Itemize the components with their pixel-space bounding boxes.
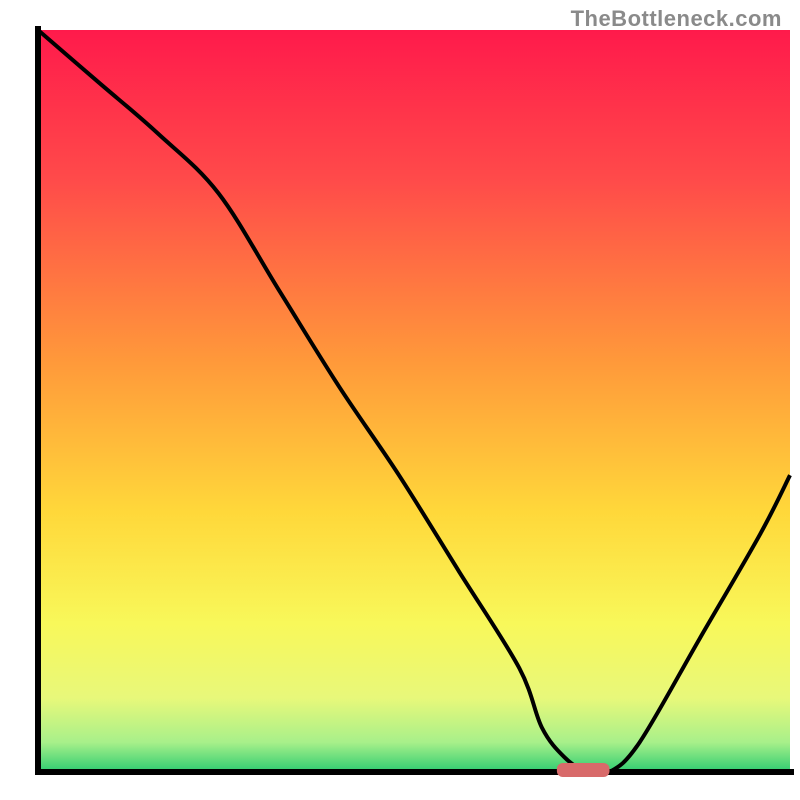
optimal-marker bbox=[557, 763, 610, 777]
chart-canvas bbox=[0, 0, 800, 800]
plot-background bbox=[38, 30, 790, 772]
bottleneck-chart: TheBottleneck.com bbox=[0, 0, 800, 800]
watermark-label: TheBottleneck.com bbox=[571, 6, 782, 32]
